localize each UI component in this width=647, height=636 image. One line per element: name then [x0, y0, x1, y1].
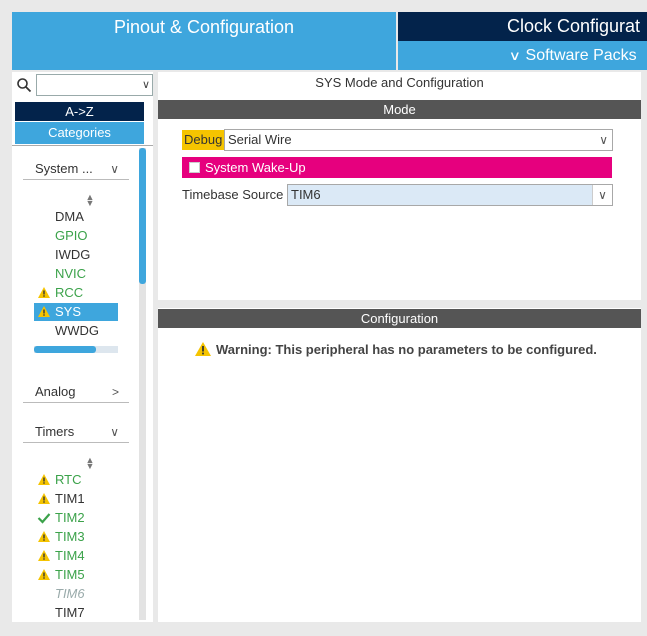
list-item-label: DMA: [55, 209, 84, 224]
list-item-iwdg[interactable]: IWDG: [34, 246, 118, 264]
configuration-header: Configuration: [158, 309, 641, 328]
category-label: System ...: [35, 161, 93, 176]
search-icon[interactable]: [16, 77, 32, 93]
configuration-panel: Configuration Warning: This peripheral h…: [158, 308, 641, 622]
list-item-label: TIM5: [55, 567, 85, 582]
sidebar: ∨ A->Z Categories System ... ∨ ▲ ▼ DMA GP…: [12, 72, 153, 622]
list-item-label: RTC: [55, 472, 82, 487]
list-item-tim4[interactable]: TIM4: [34, 547, 118, 565]
list-item-label: NVIC: [55, 266, 87, 281]
chevron-down-icon[interactable]: ∨: [142, 78, 150, 91]
list-item-label: TIM1: [55, 491, 85, 506]
warning-icon: [38, 493, 50, 504]
list-item-wwdg[interactable]: WWDG: [34, 322, 118, 340]
warning-icon: [195, 342, 211, 356]
checkbox[interactable]: [189, 162, 200, 173]
horizontal-scrollbar-thumb[interactable]: [34, 346, 96, 353]
tab-clock-configuration[interactable]: Clock Configurat: [398, 12, 647, 41]
chevron-down-icon: ∨: [599, 133, 608, 147]
list-item-label: TIM2: [55, 510, 85, 525]
list-item-label: TIM6: [55, 586, 85, 601]
list-item-label: WWDG: [55, 323, 100, 338]
list-item-dma[interactable]: DMA: [34, 208, 118, 226]
list-item-label: SYS: [55, 304, 82, 319]
sort-icon[interactable]: ▲ ▼: [85, 193, 95, 208]
warning-icon: [38, 306, 50, 317]
system-wakeup-checkbox-row[interactable]: System Wake-Up: [182, 157, 612, 178]
warning-icon: [38, 550, 50, 561]
list-item-nvic[interactable]: NVIC: [34, 265, 118, 283]
system-wakeup-label: System Wake-Up: [205, 160, 306, 175]
list-item-rtc[interactable]: RTC: [34, 471, 118, 489]
mode-header: Mode: [158, 100, 641, 119]
search-input[interactable]: ∨: [36, 74, 153, 96]
warning-icon: [38, 531, 50, 542]
list-item-gpio[interactable]: GPIO: [34, 227, 118, 245]
mode-panel: SYS Mode and Configuration Mode Debug Se…: [158, 72, 641, 300]
list-item-tim6[interactable]: TIM6: [34, 585, 118, 603]
sort-icon[interactable]: ▲ ▼: [85, 456, 95, 471]
timebase-source-select[interactable]: TIM6 ∨: [287, 184, 613, 206]
timebase-source-label: Timebase Source: [182, 187, 284, 202]
debug-select[interactable]: Serial Wire ∨: [224, 129, 613, 151]
list-item-label: IWDG: [55, 247, 91, 262]
list-item-rcc[interactable]: RCC: [34, 284, 118, 302]
chevron-down-icon: ∨: [508, 48, 521, 63]
warning-text: Warning: This peripheral has no paramete…: [216, 342, 597, 357]
list-item-tim5[interactable]: TIM5: [34, 566, 118, 584]
debug-label: Debug: [182, 130, 225, 150]
top-toolbar: Pinout & Configuration Clock Configurat …: [0, 0, 647, 71]
category-system-core[interactable]: System ... ∨: [23, 158, 129, 180]
chevron-down-icon: ∨: [110, 425, 119, 439]
warning-icon: [38, 474, 50, 485]
tab-clock-label: Clock Configurat: [507, 16, 641, 36]
debug-select-value: Serial Wire: [228, 132, 292, 147]
right-edge: [641, 72, 647, 622]
timebase-source-value: TIM6: [291, 187, 321, 202]
checkmark-icon: [37, 513, 51, 524]
software-packs-label: Software Packs: [525, 47, 637, 64]
category-analog[interactable]: Analog >: [23, 381, 129, 403]
sort-az-button[interactable]: A->Z: [15, 102, 144, 121]
warning-icon: [38, 287, 50, 298]
category-label: Timers: [35, 424, 75, 439]
list-item-label: TIM4: [55, 548, 85, 563]
list-item-tim1[interactable]: TIM1: [34, 490, 118, 508]
category-timers[interactable]: Timers ∨: [23, 421, 129, 443]
vertical-scrollbar-thumb[interactable]: [139, 148, 146, 284]
page-title: SYS Mode and Configuration: [315, 75, 484, 90]
tab-pinout-label: Pinout & Configuration: [113, 17, 295, 37]
list-item-tim2[interactable]: TIM2: [34, 509, 118, 527]
warning-message: Warning: This peripheral has no paramete…: [194, 341, 597, 359]
categories-button[interactable]: Categories: [15, 122, 144, 144]
software-packs-menu[interactable]: ∨ Software Packs: [398, 41, 647, 70]
warning-icon: [38, 569, 50, 580]
chevron-down-icon: ∨: [110, 162, 119, 176]
category-label: Analog: [35, 384, 76, 399]
list-item-tim3[interactable]: TIM3: [34, 528, 118, 546]
chevron-down-icon: ∨: [592, 185, 612, 205]
list-item-label: TIM3: [55, 529, 85, 544]
list-item-label: TIM7: [55, 605, 85, 620]
divider: [12, 145, 153, 146]
chevron-right-icon: >: [111, 385, 119, 399]
list-item-tim7[interactable]: TIM7: [34, 604, 118, 622]
list-item-label: GPIO: [55, 228, 88, 243]
list-item-label: RCC: [55, 285, 84, 300]
list-item-sys[interactable]: SYS: [34, 303, 118, 321]
